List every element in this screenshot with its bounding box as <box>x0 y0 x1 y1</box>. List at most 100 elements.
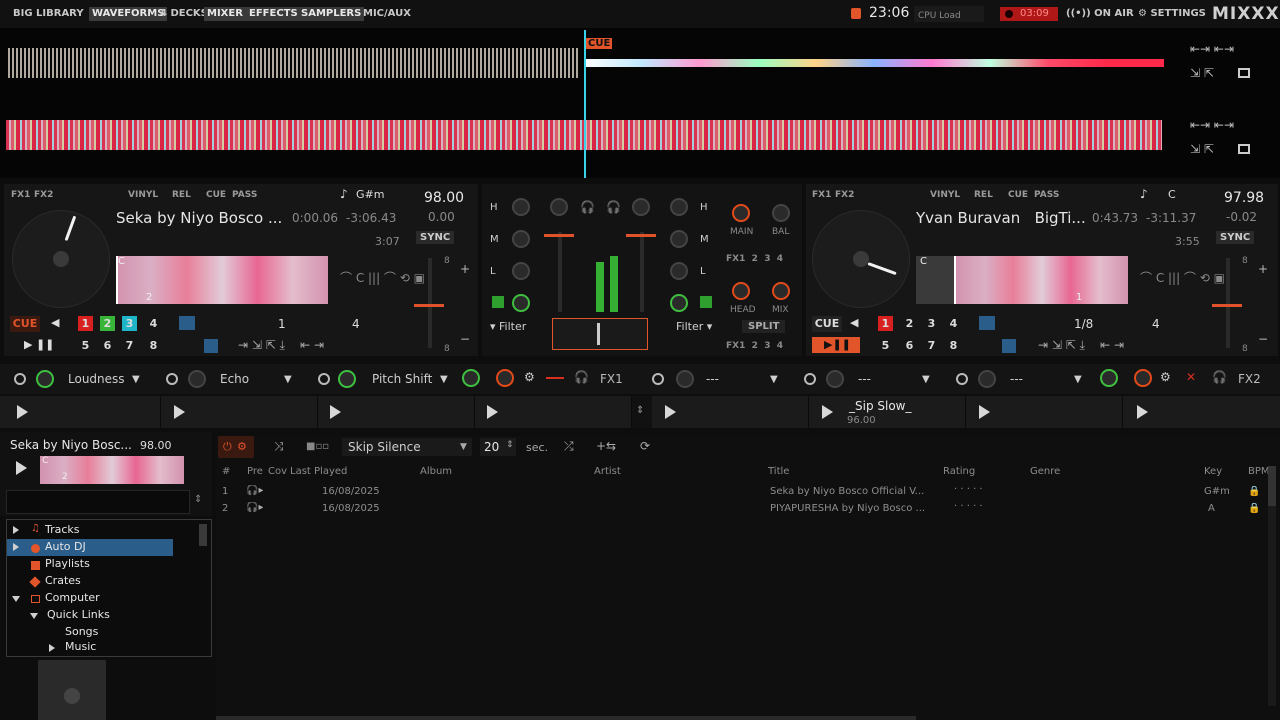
power-icon[interactable] <box>14 373 26 385</box>
sampler-1[interactable] <box>0 396 161 428</box>
deck1-fx1-button[interactable]: FX1 <box>11 190 30 200</box>
deck2-sync-controls[interactable]: ⇲ ⇱ <box>1190 142 1214 156</box>
deck1-cue-button[interactable]: CUE <box>10 316 40 332</box>
deck1-cue-mode-button[interactable]: CUE <box>206 190 226 200</box>
chevron-down-icon[interactable]: ▼ <box>132 374 140 385</box>
deck1-quantize-button[interactable] <box>179 316 195 330</box>
chevron-down-icon[interactable]: ▼ <box>1074 374 1082 385</box>
sampler-play-icon[interactable] <box>330 405 341 419</box>
deck2-filter-knob[interactable] <box>670 294 688 312</box>
deck1-hotcue-8[interactable]: 8 <box>146 338 161 353</box>
headphone-mix-knob[interactable] <box>772 282 790 300</box>
fx2-effect3-select[interactable]: --- <box>1010 370 1023 388</box>
deck1-hotcue-5[interactable]: 5 <box>78 338 93 353</box>
deck2-key[interactable]: C <box>1168 188 1176 201</box>
sidebar-item-playlists[interactable]: Playlists <box>45 557 90 570</box>
transition-mode-select[interactable]: Skip Silence ▼ <box>342 438 472 456</box>
deck2-headphone-icon[interactable]: 🎧 <box>606 200 621 214</box>
deck2-rate-down-icon[interactable]: − <box>1258 332 1268 346</box>
deck1-fx2-button[interactable]: FX2 <box>34 190 53 200</box>
preview-icon[interactable]: 🎧▸ <box>246 485 263 496</box>
fx2-super-knob[interactable] <box>1134 369 1152 387</box>
deck1-rate-slider[interactable] <box>428 258 432 348</box>
deck1-vinyl-button[interactable]: VINYL <box>128 190 158 200</box>
library-scrollbar[interactable] <box>1268 466 1276 706</box>
effects-button[interactable]: EFFECTS <box>246 7 301 21</box>
add-random-icon[interactable]: ■▫▫ <box>306 441 329 452</box>
deck1-loop-size[interactable]: 4 <box>352 317 360 331</box>
deck2-cue-mode-button[interactable]: CUE <box>1008 190 1028 200</box>
power-icon[interactable] <box>804 373 816 385</box>
deck2-hotcue-6[interactable]: 6 <box>902 338 917 353</box>
sidebar-item-music[interactable]: Music <box>65 640 96 653</box>
fx1-effect3-meta-knob[interactable] <box>338 370 356 388</box>
deck1-loop-controls[interactable]: ⌒ C ||| ⌒ ⟲ ▣ <box>340 269 425 286</box>
column-header-cover[interactable]: Cov <box>268 466 287 477</box>
fx2-mix-knob[interactable] <box>1100 369 1118 387</box>
deck2-hotcue-3[interactable]: 3 <box>924 316 939 331</box>
sampler-play-icon[interactable] <box>979 405 990 419</box>
fx1-effect2-meta-knob[interactable] <box>188 370 206 388</box>
crossfader[interactable] <box>552 318 648 350</box>
row-rating[interactable]: · · · · · <box>954 501 983 512</box>
fx1-effect1-meta-knob[interactable] <box>36 370 54 388</box>
sidebar-item-tracks[interactable]: Tracks <box>45 523 80 536</box>
deck1-hotcue-2[interactable]: 2 <box>100 316 115 331</box>
sampler-3[interactable] <box>318 396 475 428</box>
deck2-keylock-button[interactable] <box>1002 339 1016 353</box>
deck2-pass-button[interactable]: PASS <box>1034 190 1059 200</box>
deck2-rate-up-icon[interactable]: + <box>1258 262 1268 276</box>
deck2-loop-size[interactable]: 4 <box>1152 317 1160 331</box>
deck1-key[interactable]: G#m <box>356 188 384 201</box>
deck2-hotcue-1[interactable]: 1 <box>878 316 893 331</box>
column-header-genre[interactable]: Genre <box>1030 466 1060 477</box>
waveforms-button[interactable]: WAVEFORMS <box>89 7 168 21</box>
headphone-icon[interactable]: 🎧 <box>574 370 589 384</box>
deck1-vinyl-spinner[interactable] <box>12 210 110 308</box>
deck2-fx1-button[interactable]: FX1 <box>812 190 831 200</box>
sampler-7[interactable] <box>966 396 1123 428</box>
column-header-title[interactable]: Title <box>768 466 789 477</box>
deck2-overview-waveform[interactable] <box>956 256 1128 304</box>
deck2-volume-fader[interactable] <box>640 232 644 312</box>
big-library-button[interactable]: BIG LIBRARY <box>10 7 87 21</box>
deck1-filter-knob[interactable] <box>512 294 530 312</box>
column-header-rating[interactable]: Rating <box>943 466 975 477</box>
deck2-hotcue-8[interactable]: 8 <box>946 338 961 353</box>
sidebar-item-autodj[interactable]: Auto DJ <box>45 540 86 553</box>
fx2-effect1-meta-knob[interactable] <box>676 370 694 388</box>
fx1-effect1-select[interactable]: Loudness <box>68 370 125 388</box>
sampler-play-icon[interactable] <box>665 405 676 419</box>
preview-play-icon[interactable] <box>16 461 27 475</box>
deck2-hotcue-5[interactable]: 5 <box>878 338 893 353</box>
deck1-eq-low-knob[interactable] <box>512 262 530 280</box>
library-scrollbar-thumb[interactable] <box>1268 466 1276 506</box>
lock-icon[interactable]: 🔒 <box>1248 503 1260 514</box>
lock-icon[interactable]: 🔒 <box>1248 486 1260 497</box>
deck1-zoom-controls[interactable]: ⇤⇥ ⇤⇥ <box>1190 42 1234 56</box>
sampler-play-icon[interactable] <box>1137 405 1148 419</box>
deck1-hotcue-6[interactable]: 6 <box>100 338 115 353</box>
shuffle-icon[interactable]: ⤨ <box>274 439 284 454</box>
settings-button[interactable]: ⚙ SETTINGS <box>1138 8 1206 19</box>
deck2-rate-slider[interactable] <box>1226 258 1230 348</box>
broadcast-button[interactable]: ((•)) ON AIR <box>1066 8 1134 19</box>
deck2-pfl-indicator[interactable] <box>700 296 712 308</box>
deck1-pass-button[interactable]: PASS <box>232 190 257 200</box>
sidebar-item-quick-links[interactable]: Quick Links <box>47 608 110 621</box>
horizontal-scrollbar[interactable] <box>216 716 916 720</box>
deck1-rel-button[interactable]: REL <box>172 190 191 200</box>
expand-arrow-icon[interactable] <box>13 543 19 551</box>
four-decks-button[interactable]: 4 DECKS <box>157 7 211 21</box>
sampler-play-icon[interactable] <box>487 405 498 419</box>
deck2-zoom-controls[interactable]: ⇤⇥ ⇤⇥ <box>1190 118 1234 132</box>
headphone-icon[interactable]: 🎧 <box>1212 370 1227 384</box>
deck2-eq-low-knob[interactable] <box>670 262 688 280</box>
column-header-key[interactable]: Key <box>1204 466 1222 477</box>
mic-aux-button[interactable]: MIC/AUX <box>360 7 414 21</box>
fx1-effect2-select[interactable]: Echo <box>220 370 249 388</box>
deck2-loop-controls[interactable]: ⌒ C ||| ⌒ ⟲ ▣ <box>1140 269 1225 286</box>
sampler-play-icon[interactable] <box>174 405 185 419</box>
power-icon[interactable] <box>318 373 330 385</box>
lock-icon[interactable] <box>1238 68 1250 78</box>
